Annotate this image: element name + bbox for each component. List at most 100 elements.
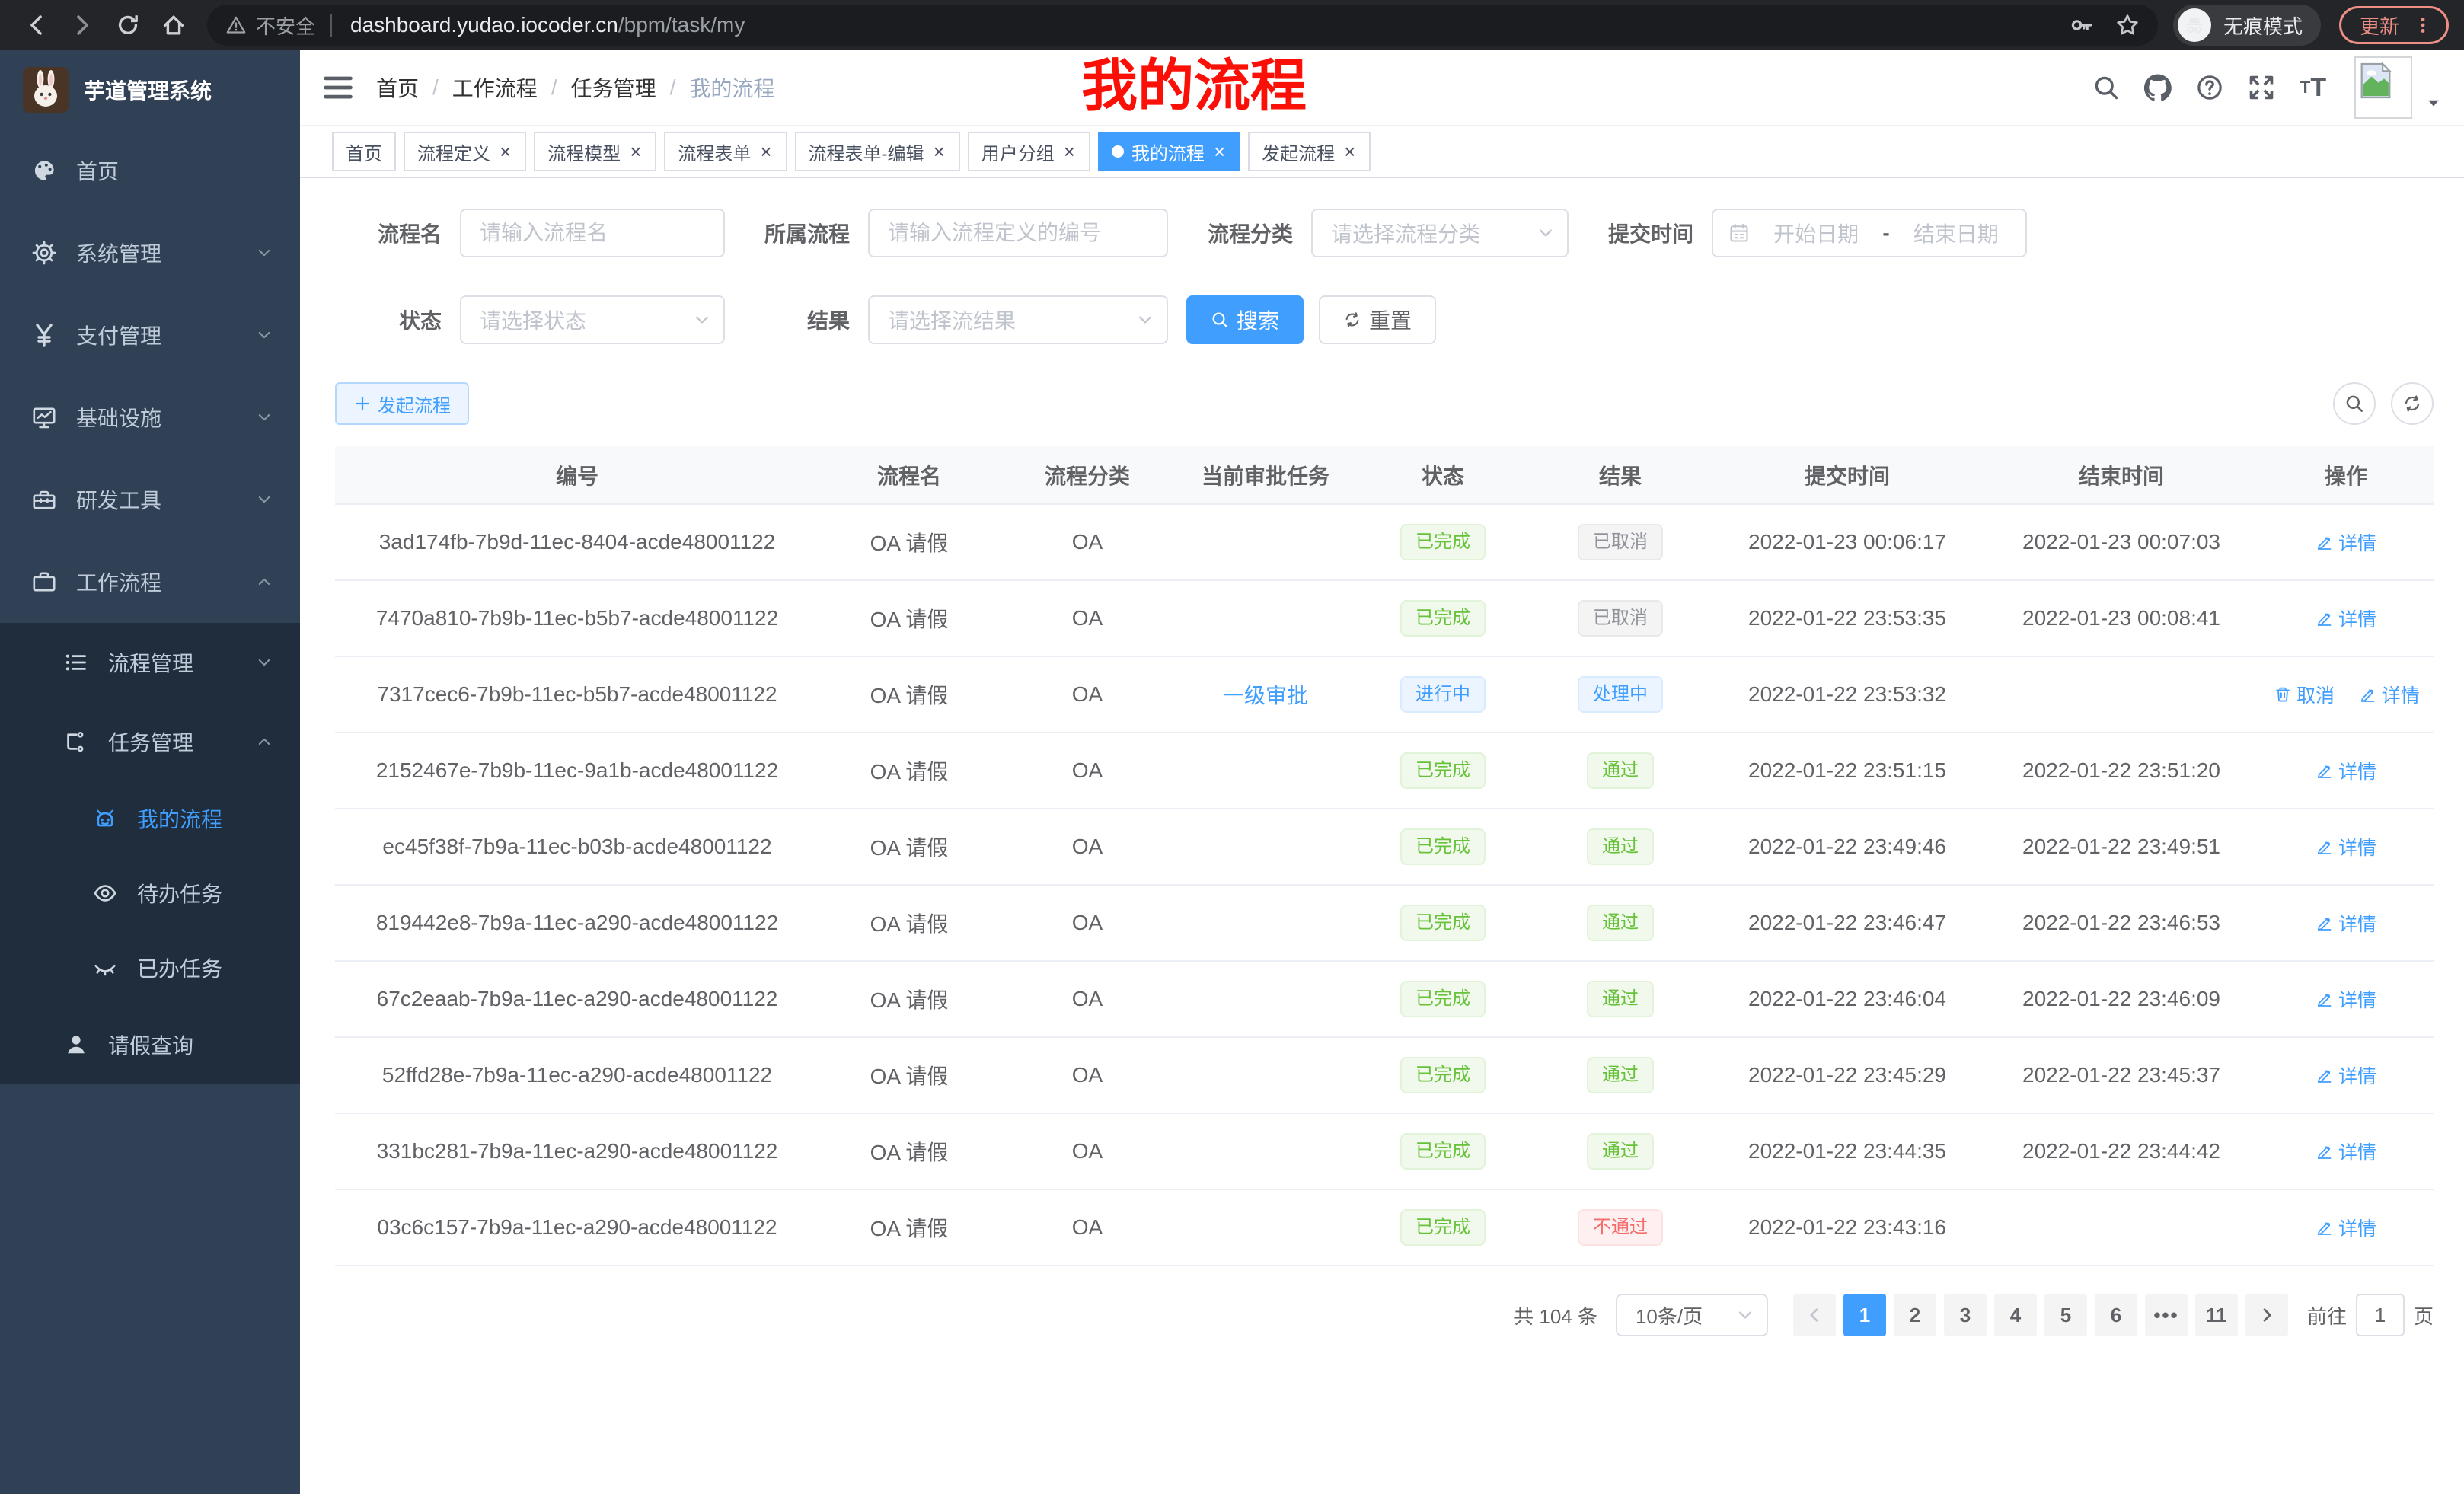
process-name-input[interactable]	[460, 209, 725, 257]
page-button-6[interactable]: 6	[2095, 1294, 2137, 1336]
breadcrumb-workflow[interactable]: 工作流程	[452, 72, 538, 103]
row-detail-link[interactable]: 详情	[2316, 1138, 2376, 1165]
close-icon[interactable]: ×	[932, 142, 946, 161]
page-more-button[interactable]: •••	[2145, 1294, 2188, 1336]
goto-page-input[interactable]	[2356, 1294, 2405, 1336]
tab-process-form[interactable]: 流程表单×	[664, 132, 787, 171]
browser-forward-button[interactable]	[61, 4, 104, 46]
row-result-badge: 通过	[1587, 828, 1654, 865]
tab-start-process[interactable]: 发起流程×	[1248, 132, 1371, 171]
page-size-select[interactable]: 10条/页	[1616, 1294, 1768, 1336]
chevron-down-icon	[256, 409, 273, 426]
close-icon[interactable]: ×	[628, 142, 643, 161]
browser-home-button[interactable]	[152, 4, 195, 46]
font-size-icon[interactable]: TT	[2293, 68, 2333, 107]
tab-user-group[interactable]: 用户分组×	[968, 132, 1090, 171]
browser-menu-icon[interactable]	[2413, 15, 2433, 35]
row-category: OA	[1072, 1139, 1103, 1163]
row-detail-link[interactable]: 详情	[2316, 833, 2376, 860]
close-icon[interactable]: ×	[1062, 142, 1077, 161]
bookmark-star-icon[interactable]	[2115, 13, 2140, 37]
row-detail-link[interactable]: 详情	[2316, 528, 2376, 556]
prev-page-button[interactable]	[1793, 1294, 1836, 1336]
sidebar-item-system-management[interactable]: 系统管理	[0, 212, 300, 294]
row-detail-link[interactable]: 详情	[2316, 909, 2376, 937]
browser-back-button[interactable]	[15, 4, 58, 46]
sidebar-item-leave-query[interactable]: 请假查询	[0, 1005, 300, 1084]
browser-reload-button[interactable]	[107, 4, 149, 46]
sidebar-item-dev-tools[interactable]: 研发工具	[0, 458, 300, 541]
row-detail-link[interactable]: 详情	[2359, 681, 2420, 708]
sidebar-item-process-management[interactable]: 流程管理	[0, 623, 300, 702]
screenshot-root: 不安全 dashboard.yudao.iocoder.cn/bpm/task/…	[0, 0, 2464, 1494]
row-detail-link[interactable]: 详情	[2316, 757, 2376, 784]
tab-process-form-edit[interactable]: 流程表单-编辑×	[795, 132, 960, 171]
sidebar-item-my-process[interactable]: 我的流程	[0, 781, 300, 856]
row-detail-link[interactable]: 详情	[2316, 1061, 2376, 1089]
close-icon[interactable]: ×	[498, 142, 512, 161]
refresh-table-button[interactable]	[2391, 382, 2434, 425]
submit-time-label: 提交时间	[1587, 218, 1693, 248]
reset-button[interactable]: 重置	[1319, 295, 1436, 344]
sidebar-toggle-icon[interactable]	[321, 71, 355, 104]
status-select[interactable]: 请选择状态	[460, 295, 725, 344]
sidebar-item-infrastructure[interactable]: 基础设施	[0, 376, 300, 458]
row-detail-link[interactable]: 详情	[2316, 1214, 2376, 1241]
row-id: 819442e8-7b9a-11ec-a290-acde48001122	[376, 911, 778, 934]
col-process-name: 流程名	[819, 446, 999, 504]
result-select[interactable]: 请选择流结果	[868, 295, 1168, 344]
submit-time-range-picker[interactable]: 开始日期 - 结束日期	[1712, 209, 2027, 257]
address-bar[interactable]: 不安全 dashboard.yudao.iocoder.cn/bpm/task/…	[207, 5, 2158, 46]
avatar[interactable]	[2354, 56, 2412, 119]
process-definition-input[interactable]	[868, 209, 1168, 257]
close-icon[interactable]: ×	[1212, 142, 1227, 161]
browser-update-button[interactable]: 更新	[2339, 6, 2449, 44]
help-icon[interactable]	[2190, 68, 2229, 107]
tab-home[interactable]: 首页	[332, 132, 396, 171]
breadcrumb-home[interactable]: 首页	[376, 72, 419, 103]
row-submit-time: 2022-01-22 23:49:46	[1748, 835, 1946, 858]
page-button-1[interactable]: 1	[1843, 1294, 1886, 1336]
status-label: 状态	[335, 305, 442, 335]
password-key-icon[interactable]	[2070, 13, 2094, 37]
sidebar-item-payment-management[interactable]: 支付管理	[0, 294, 300, 376]
sidebar-item-done-tasks[interactable]: 已办任务	[0, 931, 300, 1005]
page-button-2[interactable]: 2	[1894, 1294, 1936, 1336]
github-icon[interactable]	[2138, 68, 2178, 107]
toggle-search-button[interactable]	[2333, 382, 2376, 425]
page-button-4[interactable]: 4	[1994, 1294, 2037, 1336]
top-navbar: 首页 / 工作流程 / 任务管理 / 我的流程 TT	[300, 50, 2464, 126]
app-logo[interactable]: 芋道管理系统	[0, 50, 300, 129]
tab-process-model[interactable]: 流程模型×	[534, 132, 656, 171]
sidebar-item-workflow[interactable]: 工作流程	[0, 541, 300, 623]
table-body: 3ad174fb-7b9d-11ec-8404-acde48001122 OA …	[335, 504, 2434, 1266]
table-row: 2152467e-7b9b-11ec-9a1b-acde48001122 OA …	[335, 733, 2434, 809]
breadcrumb-task-management[interactable]: 任务管理	[571, 72, 656, 103]
pen-icon	[2316, 1218, 2334, 1237]
search-button[interactable]: 搜索	[1186, 295, 1304, 344]
next-page-button[interactable]	[2245, 1294, 2288, 1336]
fullscreen-icon[interactable]	[2242, 68, 2281, 107]
sidebar-item-task-management[interactable]: 任务管理	[0, 702, 300, 781]
close-icon[interactable]: ×	[1342, 142, 1357, 161]
row-detail-link[interactable]: 详情	[2316, 605, 2376, 632]
sidebar-item-home[interactable]: 首页	[0, 129, 300, 212]
tab-my-process[interactable]: 我的流程×	[1098, 132, 1240, 171]
close-icon[interactable]: ×	[758, 142, 773, 161]
start-process-button[interactable]: 发起流程	[335, 382, 469, 425]
eye-icon	[93, 881, 117, 905]
row-process-name: OA 请假	[870, 532, 949, 555]
row-process-name: OA 请假	[870, 684, 949, 707]
page-button-5[interactable]: 5	[2044, 1294, 2087, 1336]
row-detail-link[interactable]: 详情	[2316, 985, 2376, 1013]
sidebar-item-todo-tasks[interactable]: 待办任务	[0, 856, 300, 931]
page-button-11[interactable]: 11	[2195, 1294, 2238, 1336]
row-current-task-link[interactable]: 一级审批	[1223, 684, 1308, 707]
page-button-3[interactable]: 3	[1944, 1294, 1987, 1336]
process-category-select[interactable]: 请选择流程分类	[1311, 209, 1569, 257]
avatar-caret-icon[interactable]	[2424, 94, 2443, 112]
row-cancel-link[interactable]: 取消	[2274, 681, 2335, 708]
header-search-button[interactable]	[2086, 68, 2126, 107]
chevron-down-icon	[256, 491, 273, 508]
tab-process-definition[interactable]: 流程定义×	[404, 132, 526, 171]
